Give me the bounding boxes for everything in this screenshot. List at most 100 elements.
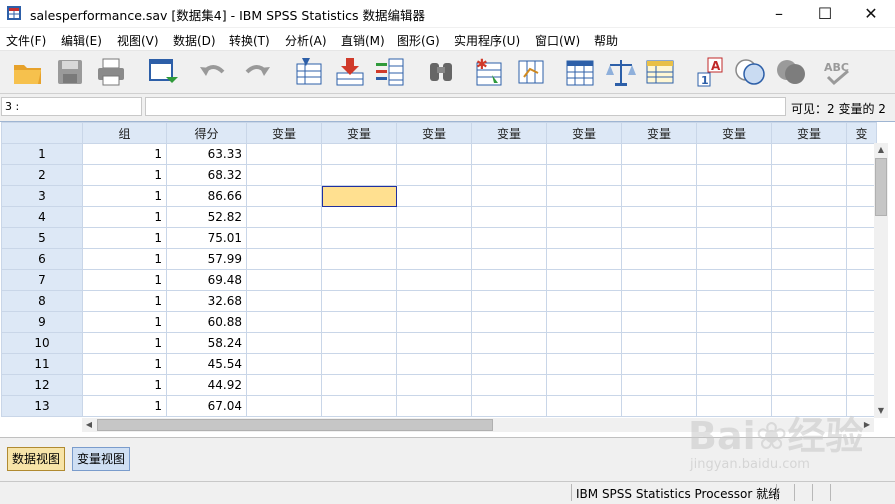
empty-cell[interactable] [321,143,397,165]
empty-cell[interactable] [471,206,547,228]
cell-score[interactable]: 67.04 [166,395,247,417]
empty-cell[interactable] [321,290,397,312]
empty-cell[interactable] [696,248,772,270]
cell-score[interactable]: 52.82 [166,206,247,228]
goto-case-icon[interactable] [292,55,326,89]
empty-cell[interactable] [621,248,697,270]
empty-cell[interactable] [771,395,847,417]
cell-score[interactable]: 32.68 [166,290,247,312]
empty-cell[interactable] [771,143,847,165]
undo-icon[interactable] [196,55,230,89]
tab-variable-view[interactable]: 变量视图 [72,447,131,471]
empty-cell[interactable] [321,164,397,186]
empty-cell[interactable] [546,269,622,291]
empty-cell[interactable] [321,395,397,417]
empty-cell[interactable] [471,185,547,207]
empty-cell[interactable] [396,374,472,396]
empty-cell[interactable] [771,332,847,354]
select-cases-icon[interactable] [643,55,677,89]
save-icon[interactable] [53,55,87,89]
use-sets-icon[interactable] [733,55,767,89]
empty-cell[interactable] [546,248,622,270]
empty-cell[interactable] [846,185,877,207]
empty-cell[interactable] [471,353,547,375]
column-header-var[interactable]: 变量 [771,122,847,144]
row-header[interactable]: 9 [1,311,83,333]
show-all-variables-icon[interactable] [774,55,808,89]
dialog-recall-icon[interactable] [146,55,180,89]
empty-cell[interactable] [846,374,877,396]
empty-cell[interactable] [321,332,397,354]
cell-group[interactable]: 1 [82,353,167,375]
scroll-up-icon[interactable]: ▲ [874,143,888,157]
cell-reference-field[interactable]: 3 : [1,97,142,116]
empty-cell[interactable] [846,143,877,165]
empty-cell[interactable] [771,206,847,228]
goto-variable-icon[interactable] [333,55,367,89]
empty-cell[interactable] [621,353,697,375]
empty-cell[interactable] [246,143,322,165]
tab-data-view[interactable]: 数据视图 [7,447,66,471]
empty-cell[interactable] [621,206,697,228]
variables-icon[interactable] [373,55,407,89]
cell-score[interactable]: 75.01 [166,227,247,249]
empty-cell[interactable] [471,143,547,165]
empty-cell[interactable] [771,353,847,375]
column-header-var[interactable]: 变量 [396,122,472,144]
cell-score[interactable]: 69.48 [166,269,247,291]
row-header[interactable]: 3 [1,185,83,207]
empty-cell[interactable] [321,311,397,333]
minimize-button[interactable]: – [756,0,802,27]
scroll-left-icon[interactable]: ◀ [82,418,96,432]
empty-cell[interactable] [471,332,547,354]
empty-cell[interactable] [771,269,847,291]
empty-cell[interactable] [846,290,877,312]
empty-cell[interactable] [771,227,847,249]
empty-cell[interactable] [846,206,877,228]
empty-cell[interactable] [771,164,847,186]
empty-cell[interactable] [846,248,877,270]
empty-cell[interactable] [696,374,772,396]
empty-cell[interactable] [321,206,397,228]
empty-cell[interactable] [621,269,697,291]
empty-cell[interactable] [621,395,697,417]
empty-cell[interactable] [396,290,472,312]
empty-cell[interactable] [846,227,877,249]
empty-cell[interactable] [396,185,472,207]
scroll-down-icon[interactable]: ▼ [874,404,888,418]
empty-cell[interactable] [546,164,622,186]
empty-cell[interactable] [546,185,622,207]
empty-cell[interactable] [246,395,322,417]
split-file-icon[interactable] [563,55,597,89]
cell-score[interactable]: 68.32 [166,164,247,186]
empty-cell[interactable] [546,332,622,354]
empty-cell[interactable] [546,353,622,375]
empty-cell[interactable] [546,206,622,228]
column-header-score[interactable]: 得分 [166,122,247,144]
empty-cell[interactable] [471,164,547,186]
redo-icon[interactable] [240,55,274,89]
empty-cell[interactable] [321,248,397,270]
row-header[interactable]: 1 [1,143,83,165]
empty-cell[interactable] [471,227,547,249]
column-header-var[interactable]: 变量 [621,122,697,144]
empty-cell[interactable] [621,143,697,165]
empty-cell[interactable] [471,248,547,270]
empty-cell[interactable] [321,227,397,249]
cell-score[interactable]: 63.33 [166,143,247,165]
empty-cell[interactable] [696,269,772,291]
cell-group[interactable]: 1 [82,227,167,249]
empty-cell[interactable] [396,269,472,291]
empty-cell[interactable] [246,206,322,228]
open-folder-icon[interactable] [11,55,45,89]
empty-cell[interactable] [846,269,877,291]
menu-transform[interactable]: 转换(T) [229,32,270,49]
cell-group[interactable]: 1 [82,395,167,417]
empty-cell[interactable] [396,311,472,333]
menu-help[interactable]: 帮助 [594,32,618,49]
column-header-var[interactable]: 变 [846,122,877,144]
maximize-button[interactable]: ☐ [802,0,848,27]
empty-cell[interactable] [621,374,697,396]
empty-cell[interactable] [696,311,772,333]
cell-group[interactable]: 1 [82,311,167,333]
